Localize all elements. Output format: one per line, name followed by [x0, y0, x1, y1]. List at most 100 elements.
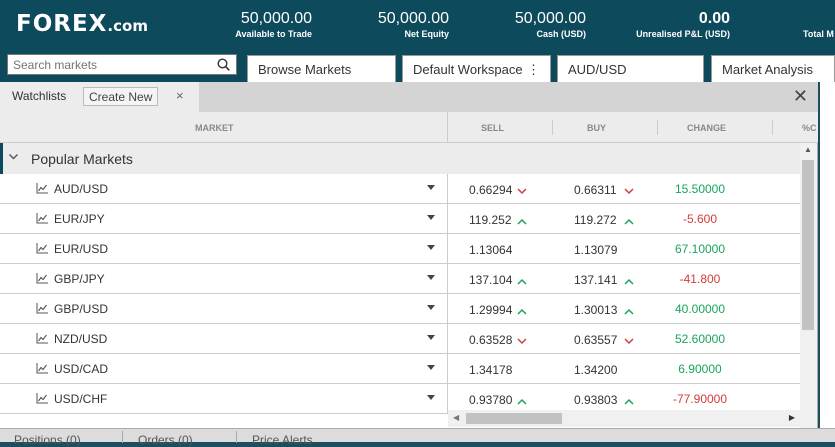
market-row[interactable]: NZD/USD 0.63528 0.63557 52.60000 [0, 324, 800, 354]
scroll-left-arrow-icon[interactable]: ◀ [453, 413, 459, 422]
buy-price[interactable]: 1.30013 [574, 303, 617, 317]
market-symbol[interactable]: GBP/USD [54, 302, 108, 316]
tab-divider [236, 431, 237, 443]
market-row[interactable]: GBP/JPY 137.104 137.141 -41.800 [0, 264, 800, 294]
stat-value [803, 10, 834, 28]
stat-available-to-trade: 50,000.00 Available to Trade [235, 10, 312, 39]
watchlist-tab-row: Watchlists Create New × ✕ [0, 82, 818, 112]
column-divider [447, 264, 448, 294]
create-new-button[interactable]: Create New [83, 87, 159, 106]
sell-price[interactable]: 0.63528 [469, 333, 512, 347]
sell-price[interactable]: 1.29994 [469, 303, 512, 317]
line-chart-icon[interactable] [36, 243, 48, 254]
column-divider [447, 354, 448, 384]
caret-down-icon[interactable] [427, 185, 435, 190]
chevron-down-icon [9, 154, 18, 160]
caret-down-icon[interactable] [427, 245, 435, 250]
arrow-down-icon [517, 184, 527, 195]
market-row[interactable]: EUR/USD 1.13064 1.13079 67.10000 [0, 234, 800, 264]
column-market[interactable]: MARKET [195, 123, 234, 133]
tab-orders[interactable]: Orders (0) [138, 433, 193, 447]
caret-down-icon[interactable] [427, 275, 435, 280]
line-chart-icon[interactable] [36, 183, 48, 194]
column-change[interactable]: CHANGE [687, 123, 726, 133]
caret-down-icon[interactable] [427, 335, 435, 340]
market-row[interactable]: GBP/USD 1.29994 1.30013 40.00000 [0, 294, 800, 324]
market-row[interactable]: AUD/USD 0.66294 0.66311 15.50000 [0, 174, 800, 204]
workspace-tab[interactable]: Default Workspace ⋮ [402, 55, 551, 82]
column-divider [447, 204, 448, 234]
caret-down-icon[interactable] [427, 365, 435, 370]
line-chart-icon[interactable] [36, 273, 48, 284]
column-sell[interactable]: SELL [481, 123, 504, 133]
sell-price[interactable]: 119.252 [469, 213, 512, 227]
sell-price[interactable]: 0.93780 [469, 393, 512, 407]
stat-cash: 50,000.00 Cash (USD) [515, 10, 586, 39]
change-value: -41.800 [679, 272, 721, 286]
sell-price[interactable]: 137.104 [469, 273, 512, 287]
column-divider [447, 174, 448, 204]
horizontal-scroll-thumb[interactable] [466, 413, 562, 424]
sell-price[interactable]: 0.66294 [469, 183, 512, 197]
market-symbol[interactable]: USD/CHF [54, 392, 107, 406]
arrow-up-icon [517, 214, 527, 225]
market-symbol[interactable]: NZD/USD [54, 332, 107, 346]
buy-price[interactable]: 0.93803 [574, 393, 617, 407]
horizontal-scrollbar[interactable]: ◀ ▶ [448, 410, 800, 427]
stat-label: Net Equity [404, 29, 449, 39]
browse-markets-button[interactable]: Browse Markets [247, 55, 396, 82]
buy-price[interactable]: 137.141 [574, 273, 617, 287]
buy-price[interactable]: 0.66311 [574, 183, 617, 197]
market-analysis-tab[interactable]: Market Analysis [711, 55, 835, 82]
change-value: 67.10000 [674, 242, 726, 256]
group-name: Popular Markets [31, 151, 133, 167]
forex-logo[interactable]: FOREX.com [16, 11, 148, 37]
column-divider [447, 294, 448, 324]
caret-down-icon[interactable] [427, 395, 435, 400]
search-box [7, 54, 237, 75]
caret-down-icon[interactable] [427, 215, 435, 220]
close-panel-icon[interactable]: ✕ [793, 86, 808, 107]
scroll-up-arrow-icon[interactable]: ▲ [804, 145, 812, 154]
market-symbol[interactable]: GBP/JPY [54, 272, 105, 286]
sell-price[interactable]: 1.34178 [469, 363, 512, 377]
market-row[interactable]: EUR/JPY 119.252 119.272 -5.600 [0, 204, 800, 234]
tab-positions[interactable]: Positions (0) [14, 433, 81, 447]
market-symbol[interactable]: EUR/USD [54, 242, 108, 256]
tab-price-alerts[interactable]: Price Alerts [252, 433, 313, 447]
column-buy[interactable]: BUY [587, 123, 606, 133]
arrow-up-icon [517, 394, 527, 405]
watchlists-tab[interactable]: Watchlists Create New × [0, 82, 199, 112]
pair-label: AUD/USD [568, 62, 627, 77]
group-popular-markets[interactable]: Popular Markets [0, 143, 800, 174]
market-row[interactable]: USD/CAD 1.34178 1.34200 6.90000 [0, 354, 800, 384]
buy-price[interactable]: 119.272 [574, 213, 617, 227]
line-chart-icon[interactable] [36, 213, 48, 224]
scroll-right-arrow-icon[interactable]: ▶ [789, 413, 795, 422]
more-options-icon[interactable]: ⋮ [527, 62, 540, 78]
vertical-scrollbar[interactable]: ▲ [800, 143, 817, 428]
pair-tab[interactable]: AUD/USD [557, 55, 704, 82]
right-panel-edge [820, 82, 835, 428]
line-chart-icon[interactable] [36, 333, 48, 344]
buy-price[interactable]: 1.34200 [574, 363, 617, 377]
arrow-up-icon [517, 304, 527, 315]
buy-price[interactable]: 0.63557 [574, 333, 617, 347]
column-percent-change[interactable]: %C [802, 123, 817, 133]
sell-price[interactable]: 1.13064 [469, 243, 512, 257]
market-analysis-label: Market Analysis [722, 62, 814, 77]
market-symbol[interactable]: EUR/JPY [54, 212, 105, 226]
market-symbol[interactable]: AUD/USD [54, 182, 108, 196]
market-symbol[interactable]: USD/CAD [54, 362, 108, 376]
search-input[interactable] [8, 55, 208, 74]
vertical-scroll-thumb[interactable] [802, 160, 814, 330]
search-icon[interactable] [217, 58, 230, 71]
arrow-up-icon [624, 304, 634, 315]
line-chart-icon[interactable] [36, 363, 48, 374]
caret-down-icon[interactable] [427, 305, 435, 310]
watchlist-panel: Watchlists Create New × ✕ MARKET SELL BU… [0, 82, 818, 428]
line-chart-icon[interactable] [36, 303, 48, 314]
buy-price[interactable]: 1.13079 [574, 243, 617, 257]
tab-close-icon[interactable]: × [176, 88, 184, 103]
line-chart-icon[interactable] [36, 393, 48, 404]
